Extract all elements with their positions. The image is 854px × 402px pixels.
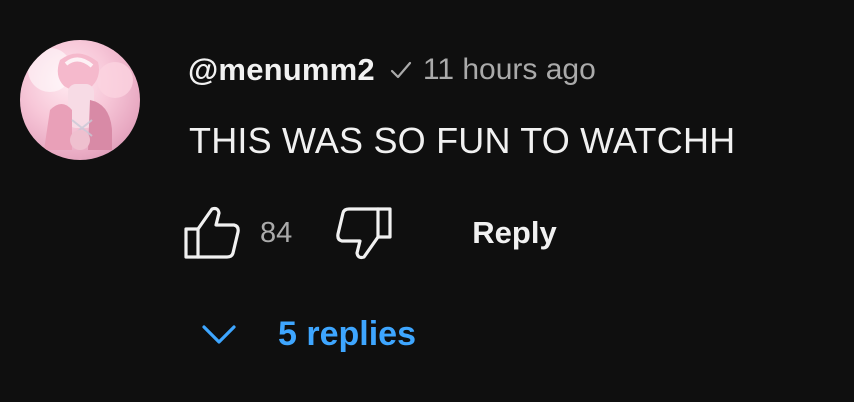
thumbs-down-icon — [336, 207, 392, 260]
author-handle[interactable]: @menumm2 — [188, 52, 375, 88]
dislike-button[interactable] — [334, 205, 394, 261]
thumbs-up-icon — [184, 206, 240, 259]
like-button[interactable] — [182, 205, 242, 261]
comment-header: @menumm2 11 hours ago — [188, 50, 596, 90]
avatar[interactable] — [20, 40, 140, 160]
reply-button[interactable]: Reply — [472, 215, 556, 251]
chevron-down-icon — [202, 325, 236, 344]
replies-count-label: 5 replies — [278, 314, 416, 353]
comment-text: THIS WAS SO FUN TO WATCHH — [189, 120, 736, 161]
checkmark-icon — [387, 56, 415, 84]
comment-timestamp[interactable]: 11 hours ago — [423, 53, 596, 87]
comment-thread: @menumm2 11 hours ago THIS WAS SO FUN TO… — [0, 0, 854, 402]
like-count: 84 — [260, 216, 293, 249]
comment-actions: 84 Reply — [182, 205, 557, 261]
view-replies-button[interactable]: 5 replies — [196, 308, 416, 360]
avatar-image — [28, 48, 133, 150]
